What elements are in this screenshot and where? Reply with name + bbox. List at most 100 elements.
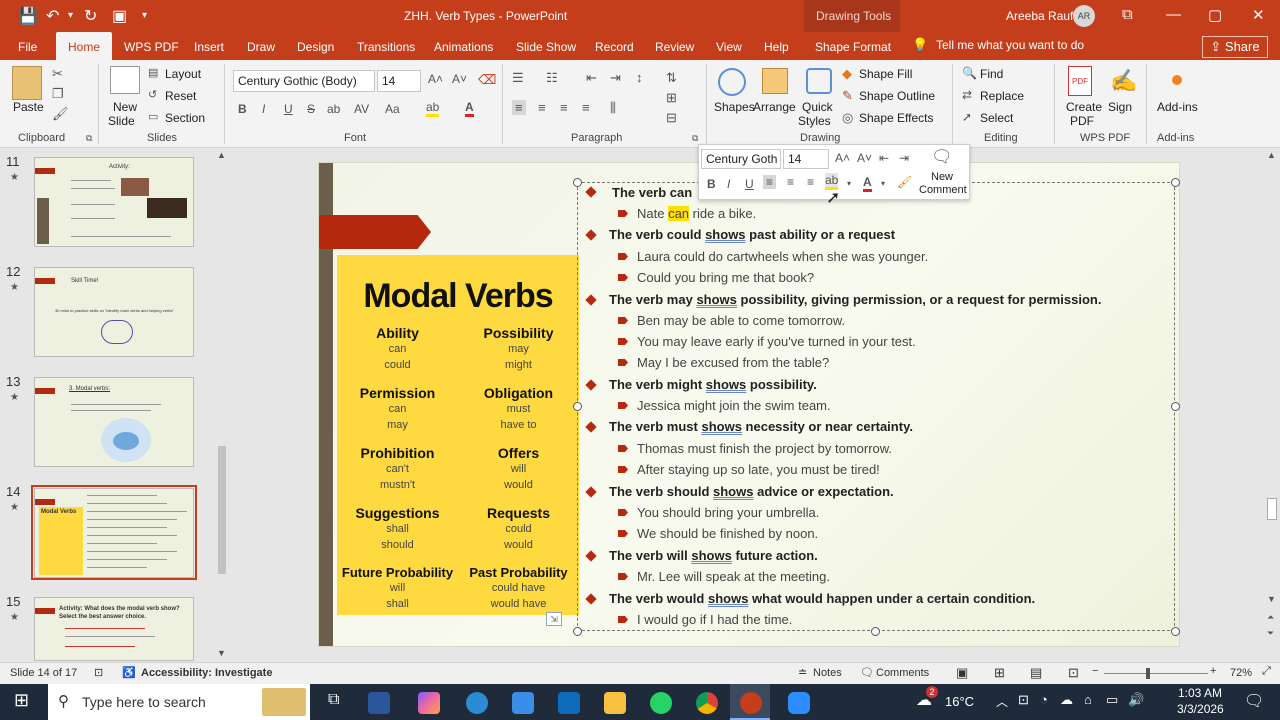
- minimize-icon[interactable]: —: [1166, 6, 1181, 23]
- mini-font-color-icon[interactable]: A: [863, 175, 872, 192]
- outlook-icon[interactable]: [558, 692, 580, 714]
- slide-thumbnail-14[interactable]: Modal Verbs: [34, 488, 194, 578]
- normal-view-icon[interactable]: ▣: [956, 665, 968, 681]
- new-slide-button[interactable]: New: [113, 100, 137, 114]
- edge-icon[interactable]: [466, 692, 488, 714]
- smartart-icon[interactable]: ⊟: [666, 110, 677, 126]
- slide-thumbnail-15[interactable]: Activity: What does the modal verb show?…: [34, 597, 194, 661]
- dialog-launcher-icon[interactable]: ⧉: [692, 133, 698, 144]
- create-pdf-icon[interactable]: PDF: [1068, 66, 1092, 96]
- tray-app-icon[interactable]: ⊡: [1018, 692, 1029, 708]
- increase-indent-icon[interactable]: ⇥: [610, 70, 621, 86]
- shape-effects-button[interactable]: Shape Effects: [859, 111, 934, 125]
- user-name[interactable]: Areeba Rauf: [1006, 9, 1073, 23]
- mini-align-center-icon[interactable]: ≡: [787, 175, 794, 189]
- format-painter-icon[interactable]: 🖌: [52, 106, 69, 122]
- tab-wps-pdf[interactable]: WPS PDF: [124, 40, 179, 54]
- avatar[interactable]: AR: [1073, 5, 1095, 27]
- shadow-icon[interactable]: ab: [327, 102, 340, 116]
- battery-icon[interactable]: ▭: [1106, 692, 1118, 708]
- mini-bold-icon[interactable]: B: [707, 177, 716, 191]
- addins-icon[interactable]: [1172, 75, 1182, 85]
- previous-slide-icon[interactable]: ⏶: [1267, 612, 1274, 623]
- layout-button[interactable]: Layout: [165, 67, 201, 81]
- store-icon[interactable]: [512, 692, 534, 714]
- bold-icon[interactable]: B: [238, 102, 247, 116]
- paste-button[interactable]: Paste: [13, 100, 44, 114]
- change-case-icon[interactable]: Aa: [385, 102, 400, 116]
- create-pdf-button-label[interactable]: PDF: [1070, 114, 1094, 128]
- highlight-icon[interactable]: ab: [426, 100, 440, 117]
- share-button[interactable]: ⇪ Share: [1202, 36, 1268, 58]
- tab-review[interactable]: Review: [655, 40, 694, 54]
- slide-sorter-icon[interactable]: ⊞: [994, 665, 1005, 681]
- font-name-combo[interactable]: Century Gothic (Body): [233, 70, 375, 92]
- windows-start-icon[interactable]: ⊞: [14, 690, 29, 711]
- modal-verbs-poster[interactable]: Modal Verbs Ability can could Possibility m…: [337, 255, 579, 615]
- scroll-thumb[interactable]: [1267, 498, 1277, 520]
- resize-handle[interactable]: [573, 178, 582, 187]
- decrease-indent-icon[interactable]: ⇤: [586, 70, 597, 86]
- slide-scrollbar[interactable]: ▲ ▼ ⏶ ⏷: [1264, 148, 1280, 662]
- shapes-icon[interactable]: [718, 68, 746, 96]
- scroll-down-icon[interactable]: ▼: [217, 648, 226, 658]
- align-right-icon[interactable]: ≡: [560, 100, 568, 115]
- mini-font-combo[interactable]: Century Goth: [701, 149, 781, 169]
- select-button[interactable]: Select: [980, 111, 1013, 125]
- word-icon[interactable]: [368, 692, 390, 714]
- shape-fill-button[interactable]: Shape Fill: [859, 67, 912, 81]
- volume-icon[interactable]: 🔊: [1128, 692, 1144, 708]
- tab-animations[interactable]: Animations: [434, 40, 493, 54]
- create-pdf-button[interactable]: Create: [1066, 100, 1102, 114]
- tab-draw[interactable]: Draw: [247, 40, 275, 54]
- line-spacing-icon[interactable]: ↕: [636, 70, 643, 85]
- spelling-icon[interactable]: ⊡: [94, 666, 103, 679]
- zoom-out-icon[interactable]: −: [1092, 665, 1098, 677]
- tab-view[interactable]: View: [716, 40, 742, 54]
- taskbar-search[interactable]: ⚲ Type here to search: [48, 684, 310, 720]
- copilot-icon[interactable]: [418, 692, 440, 714]
- resize-handle[interactable]: [573, 627, 582, 636]
- zoom-app-icon[interactable]: [788, 692, 810, 714]
- present-icon[interactable]: ▣: [112, 6, 127, 26]
- slide-thumbnail-12[interactable]: Skill Time! 30 mins to practice skills o…: [34, 267, 194, 357]
- wifi-icon[interactable]: ◔: [1040, 692, 1048, 707]
- zoom-slider-thumb[interactable]: [1146, 668, 1150, 679]
- tab-shape-format[interactable]: Shape Format: [815, 40, 891, 54]
- grow-font-icon[interactable]: A˄: [428, 72, 443, 86]
- mini-decrease-indent-icon[interactable]: ⇤: [879, 151, 889, 165]
- whatsapp-icon[interactable]: [650, 692, 672, 714]
- section-button[interactable]: Section: [165, 111, 205, 125]
- tab-design[interactable]: Design: [297, 40, 334, 54]
- accessibility-icon[interactable]: ♿: [122, 666, 136, 679]
- redo-icon[interactable]: ↻: [84, 6, 97, 26]
- scroll-up-icon[interactable]: ▲: [1267, 150, 1276, 160]
- quick-styles-icon[interactable]: [806, 68, 832, 94]
- zoom-in-icon[interactable]: +: [1210, 665, 1216, 677]
- scroll-thumb[interactable]: [218, 446, 226, 574]
- new-slide-icon[interactable]: [110, 66, 140, 94]
- quick-styles-button[interactable]: Quick: [802, 100, 833, 114]
- paste-icon[interactable]: [12, 66, 42, 100]
- new-comment-button[interactable]: New: [931, 171, 953, 183]
- resize-handle[interactable]: [1171, 178, 1180, 187]
- accessibility-status[interactable]: Accessibility: Investigate: [141, 667, 272, 679]
- resize-handle[interactable]: [1171, 402, 1180, 411]
- align-center-icon[interactable]: ≡: [538, 100, 546, 115]
- undo-dropdown-icon[interactable]: ▾: [68, 10, 73, 21]
- slide-thumbnail-13[interactable]: 3. Modal verbs:: [34, 377, 194, 467]
- clear-format-icon[interactable]: ⌫: [478, 72, 496, 88]
- next-slide-icon[interactable]: ⏷: [1267, 628, 1274, 639]
- replace-button[interactable]: Replace: [980, 89, 1024, 103]
- sign-button[interactable]: Sign: [1108, 100, 1132, 114]
- dialog-launcher-icon[interactable]: ⧉: [86, 133, 92, 144]
- justify-icon[interactable]: ≡: [582, 100, 590, 115]
- resize-handle[interactable]: [573, 402, 582, 411]
- task-view-icon[interactable]: ⧉: [328, 691, 339, 709]
- comments-button[interactable]: Comments: [876, 667, 929, 679]
- new-slide-button-label[interactable]: Slide: [108, 114, 135, 128]
- clock-time[interactable]: 1:03 AM: [1178, 686, 1222, 700]
- bullets-icon[interactable]: ☰: [512, 70, 524, 86]
- char-spacing-icon[interactable]: AV: [354, 102, 369, 116]
- notification-icon[interactable]: 🗨: [1244, 691, 1264, 711]
